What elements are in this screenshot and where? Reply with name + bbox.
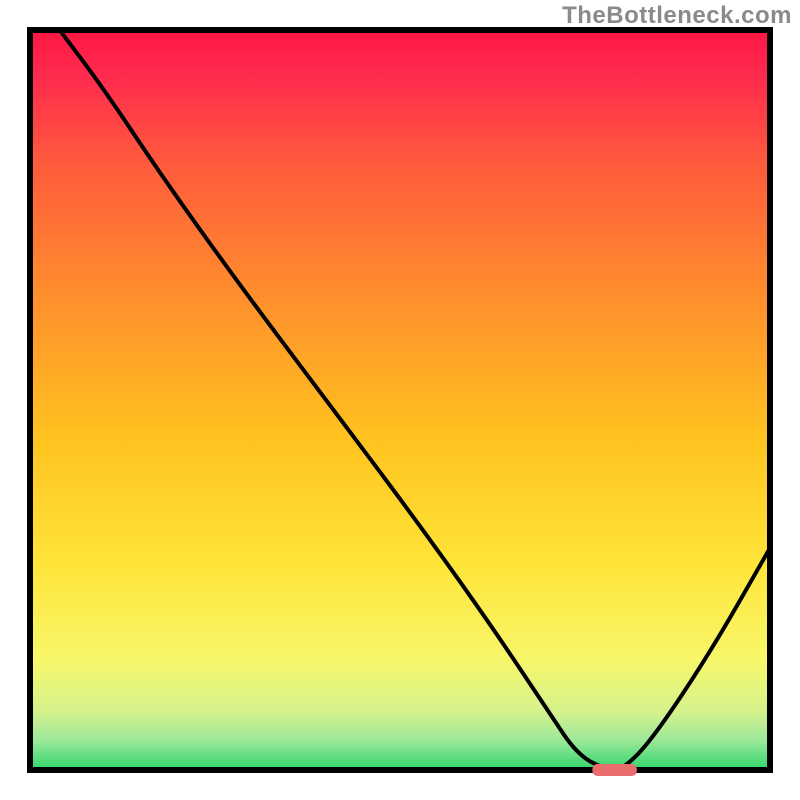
plot-background (30, 30, 770, 770)
optimal-marker (592, 764, 636, 776)
watermark-label: TheBottleneck.com (562, 2, 792, 30)
chart-svg (0, 0, 800, 800)
bottleneck-chart: TheBottleneck.com (0, 0, 800, 800)
